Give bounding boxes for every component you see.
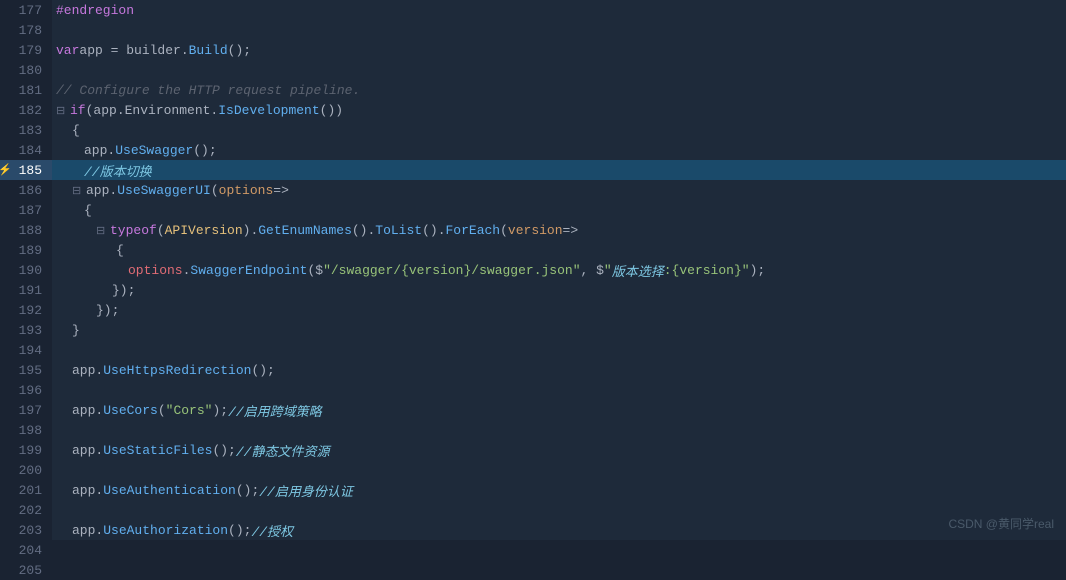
line-number: 197 [0, 400, 52, 420]
line-number: 198 [0, 420, 52, 440]
code-line [52, 20, 1066, 40]
line-number: 205 [0, 560, 52, 580]
code-line: #endregion [52, 0, 1066, 20]
line-number: 177 [0, 0, 52, 20]
code-line: app.UseCors("Cors"); //启用跨域策略 [52, 400, 1066, 420]
watermark: CSDN @黄同学real [948, 515, 1054, 532]
code-line: }); [52, 280, 1066, 300]
line-number: 186 [0, 180, 52, 200]
line-number: 190 [0, 260, 52, 280]
line-number: 202 [0, 500, 52, 520]
line-number: 201 [0, 480, 52, 500]
code-line [52, 340, 1066, 360]
line-number: 180 [0, 60, 52, 80]
line-number: 191 [0, 280, 52, 300]
code-line [52, 420, 1066, 440]
code-line: ⊟if (app.Environment.IsDevelopment()) [52, 100, 1066, 120]
line-number: 182 [0, 100, 52, 120]
line-number: 187 [0, 200, 52, 220]
line-number: 183 [0, 120, 52, 140]
code-line: { [52, 240, 1066, 260]
code-line: app.UseStaticFiles(); //静态文件资源 [52, 440, 1066, 460]
line-number: 181 [0, 80, 52, 100]
code-line [52, 500, 1066, 520]
line-number: 192 [0, 300, 52, 320]
line-number: 195 [0, 360, 52, 380]
code-line: app.UseSwagger(); [52, 140, 1066, 160]
code-line: { [52, 200, 1066, 220]
code-area[interactable]: #endregion var app = builder.Build(); // C… [52, 0, 1066, 540]
code-line: options.SwaggerEndpoint($"/swagger/{vers… [52, 260, 1066, 280]
code-line [52, 380, 1066, 400]
line-number: 194 [0, 340, 52, 360]
code-editor: 177178179180181182183184⚡185186187188189… [0, 0, 1066, 540]
code-line: var app = builder.Build(); [52, 40, 1066, 60]
line-number: 178 [0, 20, 52, 40]
code-line: { [52, 120, 1066, 140]
code-line: ⊟app.UseSwaggerUI(options => [52, 180, 1066, 200]
line-number: 189 [0, 240, 52, 260]
line-numbers: 177178179180181182183184⚡185186187188189… [0, 0, 52, 540]
code-line: ⊟typeof(APIVersion).GetEnumNames().ToLis… [52, 220, 1066, 240]
line-number: 184 [0, 140, 52, 160]
line-number: 203 [0, 520, 52, 540]
line-number: 193 [0, 320, 52, 340]
code-line: // Configure the HTTP request pipeline. [52, 80, 1066, 100]
code-line: //版本切换 [52, 160, 1066, 180]
line-number: 200 [0, 460, 52, 480]
line-number: 199 [0, 440, 52, 460]
line-number: ⚡185 [0, 160, 52, 180]
line-number: 188 [0, 220, 52, 240]
code-line: app.UseAuthentication(); //启用身份认证 [52, 480, 1066, 500]
line-number: 179 [0, 40, 52, 60]
code-line: app.UseHttpsRedirection(); [52, 360, 1066, 380]
code-line [52, 460, 1066, 480]
code-line: } [52, 320, 1066, 340]
line-number: 204 [0, 540, 52, 560]
code-line: app.UseAuthorization(); //授权 [52, 520, 1066, 540]
line-number: 196 [0, 380, 52, 400]
code-line: }); [52, 300, 1066, 320]
code-line [52, 60, 1066, 80]
